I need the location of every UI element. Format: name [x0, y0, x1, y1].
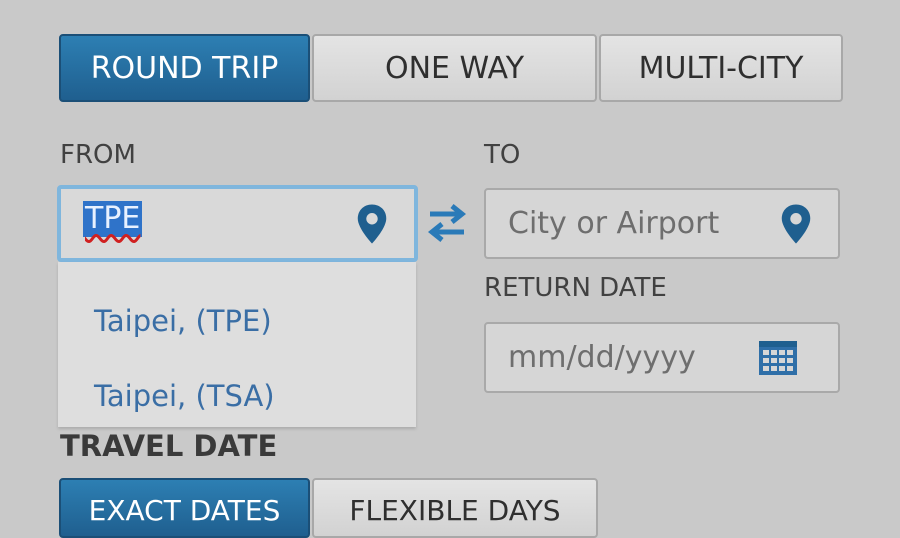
from-input[interactable]: TPE [57, 185, 418, 262]
tab-round-trip[interactable]: ROUND TRIP [59, 34, 310, 102]
return-date-input[interactable]: mm/dd/yyyy [484, 322, 840, 393]
location-pin-icon[interactable] [778, 203, 814, 245]
tab-one-way[interactable]: ONE WAY [312, 34, 597, 102]
to-input[interactable]: City or Airport [484, 188, 840, 259]
tab-exact-dates[interactable]: EXACT DATES [59, 478, 310, 538]
from-label: FROM [60, 140, 136, 170]
travel-date-tabs: EXACT DATES FLEXIBLE DAYS [59, 478, 598, 538]
trip-type-tabs: ROUND TRIP ONE WAY MULTI-CITY [59, 34, 843, 102]
tab-flexible-days[interactable]: FLEXIBLE DAYS [312, 478, 598, 538]
from-input-value: TPE [83, 201, 143, 237]
return-date-placeholder: mm/dd/yyyy [508, 340, 696, 375]
calendar-icon[interactable] [758, 340, 798, 376]
travel-date-label: TRAVEL DATE [60, 429, 278, 463]
tab-multi-city[interactable]: MULTI-CITY [599, 34, 843, 102]
location-pin-icon[interactable] [354, 203, 390, 245]
return-date-label: RETURN DATE [484, 273, 667, 303]
swap-arrows-icon[interactable] [422, 198, 472, 248]
suggestion-item[interactable]: Taipei, (TPE) [94, 304, 272, 338]
airport-suggestions-dropdown: Taipei, (TPE) Taipei, (TSA) [58, 262, 416, 427]
to-label: TO [484, 140, 521, 170]
suggestion-item[interactable]: Taipei, (TSA) [94, 379, 275, 413]
to-input-placeholder: City or Airport [508, 206, 720, 241]
